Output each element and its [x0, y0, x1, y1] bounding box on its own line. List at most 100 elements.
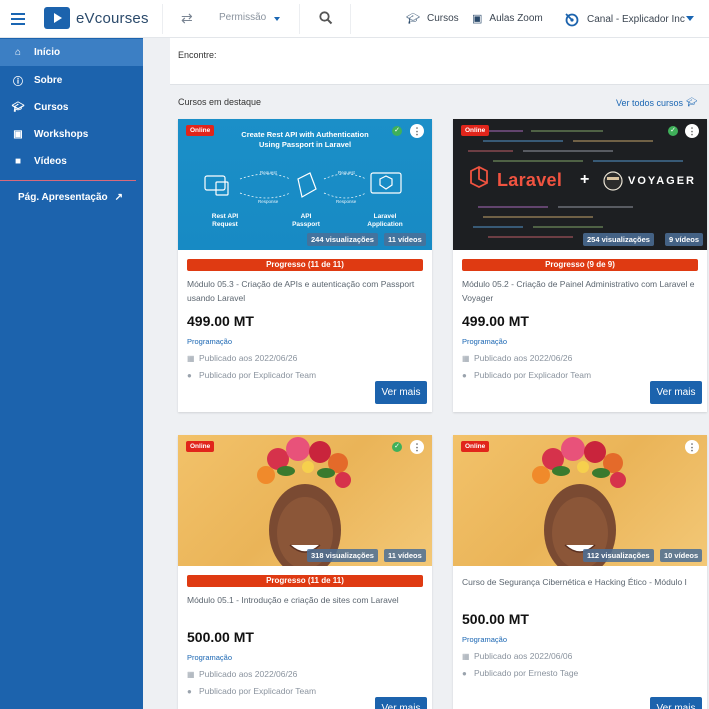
sidebar-item-videos[interactable]: ■ Vídeos [0, 148, 143, 175]
published-date-text: Publicado aos 2022/06/26 [199, 669, 298, 679]
views-badge: 254 visualizações [583, 233, 654, 246]
menu-icon[interactable] [11, 10, 25, 26]
calendar-icon: ▦ [462, 353, 470, 363]
plus-sign: + [580, 171, 590, 188]
check-icon: ✓ [392, 442, 402, 452]
course-price: 499.00 MT [462, 313, 529, 329]
calendar-icon: ▦ [462, 651, 470, 661]
progress-bar: Progresso (11 de 11) [187, 259, 423, 271]
voyager-logo-text: VOYAGER [628, 175, 697, 187]
course-title[interactable]: Módulo 05.2 - Criação de Painel Administ… [462, 277, 698, 305]
info-icon: ⓘ [13, 77, 23, 88]
sidebar: ⌂ Início ⓘ Sobre 🎓︎ Cursos ▣ Workshops ■… [0, 38, 143, 709]
sidebar-divider [0, 180, 136, 181]
course-card: Online ✓ ⋮ 318 visualizações 11 vídeos P… [178, 435, 432, 709]
online-badge: Online [461, 441, 490, 452]
sidebar-item-apresentacao[interactable]: Pág. Apresentação ↗ [18, 192, 123, 203]
caret-down-icon[interactable] [274, 17, 280, 21]
course-title[interactable]: Curso de Segurança Cibernética e Hacking… [462, 575, 698, 603]
published-by: ● Publicado por Explicador Team [187, 686, 423, 696]
course-category[interactable]: Programação [462, 635, 698, 644]
node-label: Rest API Request [211, 213, 239, 228]
author-text: Publicado por Ernesto Tage [474, 668, 579, 678]
home-icon: ⌂ [14, 47, 22, 58]
channel-selector[interactable]: Canal - Explicador Inc [563, 11, 685, 27]
see-all-courses-link[interactable]: Ver todos cursos 🎓︎ [616, 97, 697, 108]
request-label: Request [260, 170, 277, 175]
see-more-button[interactable]: Ver mais [650, 697, 702, 709]
course-category[interactable]: Programação [187, 337, 423, 346]
videos-badge: 11 vídeos [384, 549, 426, 562]
author-text: Publicado por Explicador Team [474, 370, 592, 380]
published-date-text: Publicado aos 2022/06/26 [474, 353, 573, 363]
videos-badge: 10 vídeos [660, 549, 703, 562]
published-by: ● Publicado por Explicador Team [187, 370, 423, 380]
progress-bar: Progresso (9 de 9) [462, 259, 698, 271]
response-label: Response [336, 199, 357, 204]
user-icon: ● [462, 370, 467, 380]
sidebar-item-label: Workshops [34, 129, 89, 140]
sidebar-item-label: Pág. Apresentação [18, 192, 108, 203]
course-thumbnail[interactable]: Create Rest API with Authentication Usin… [178, 119, 432, 250]
course-card: Laravel + VOYAGER Online ✓ ⋮ 254 visuali… [453, 119, 707, 412]
course-title[interactable]: Módulo 05.3 - Criação de APIs e autentic… [187, 277, 423, 305]
videos-badge: 11 vídeos [384, 233, 426, 246]
search-panel: Encontre: [170, 38, 709, 85]
calendar-icon: ▦ [187, 669, 195, 679]
swap-arrows-icon[interactable]: ⇄ [181, 10, 193, 27]
sidebar-item-sobre[interactable]: ⓘ Sobre [0, 67, 143, 94]
see-more-button[interactable]: Ver mais [375, 381, 427, 404]
check-icon: ✓ [392, 126, 402, 136]
course-thumbnail[interactable]: Online ✓ ⋮ 318 visualizações 11 vídeos [178, 435, 432, 566]
caret-down-icon[interactable] [686, 16, 694, 21]
sidebar-item-cursos[interactable]: 🎓︎ Cursos [0, 94, 143, 121]
node-label: Laravel Application [367, 213, 403, 228]
sidebar-item-label: Vídeos [34, 156, 67, 167]
nav-link-cursos[interactable]: 🎓︎ Cursos [406, 12, 459, 25]
published-date-text: Publicado aos 2022/06/06 [474, 651, 573, 661]
section-title: Cursos em destaque [178, 97, 262, 107]
cubes-icon: ▣ [13, 129, 23, 140]
more-options-icon[interactable]: ⋮ [410, 440, 424, 454]
laravel-logo-text: Laravel [497, 170, 563, 190]
see-more-button[interactable]: Ver mais [650, 381, 702, 404]
graduation-cap-icon: 🎓︎ [11, 102, 25, 113]
user-icon: ● [462, 668, 467, 678]
course-category[interactable]: Programação [187, 653, 423, 662]
search-icon[interactable] [319, 11, 333, 25]
online-badge: Online [186, 125, 215, 136]
nav-link-aulas-zoom[interactable]: ▣ Aulas Zoom [472, 12, 543, 25]
brand-name: eVcourses [76, 9, 149, 27]
course-thumbnail[interactable]: Laravel + VOYAGER Online ✓ ⋮ 254 visuali… [453, 119, 707, 250]
channel-icon [565, 13, 579, 27]
course-card: Online ⋮ 112 visualizações 10 vídeos Cur… [453, 435, 707, 709]
see-more-button[interactable]: Ver mais [375, 697, 427, 709]
cubes-icon: ▣ [472, 13, 483, 25]
more-options-icon[interactable]: ⋮ [410, 124, 424, 138]
progress-bar: Progresso (11 de 11) [187, 575, 423, 587]
online-badge: Online [186, 441, 215, 452]
sidebar-item-workshops[interactable]: ▣ Workshops [0, 121, 143, 148]
check-icon: ✓ [668, 126, 678, 136]
course-price: 499.00 MT [187, 313, 254, 329]
external-link-icon: ↗ [114, 192, 124, 203]
response-label: Response [258, 199, 279, 204]
see-all-label: Ver todos cursos [616, 97, 684, 108]
graduation-cap-icon: 🎓︎ [406, 13, 420, 25]
views-badge: 318 visualizações [307, 549, 378, 562]
course-thumbnail[interactable]: Online ⋮ 112 visualizações 10 vídeos [453, 435, 707, 566]
course-category[interactable]: Programação [462, 337, 698, 346]
sidebar-item-inicio[interactable]: ⌂ Início [0, 39, 143, 66]
published-date: ▦ Publicado aos 2022/06/26 [462, 353, 698, 363]
views-badge: 112 visualizações [583, 549, 654, 562]
permission-dropdown[interactable]: Permissão [219, 12, 266, 23]
divider [299, 4, 300, 34]
more-options-icon[interactable]: ⋮ [685, 124, 699, 138]
brand-logo[interactable]: eVcourses [44, 7, 149, 29]
published-by: ● Publicado por Ernesto Tage [462, 668, 698, 678]
more-options-icon[interactable]: ⋮ [685, 440, 699, 454]
nav-link-label: Aulas Zoom [489, 13, 543, 24]
top-bar: eVcourses ⇄ Permissão 🎓︎ Cursos ▣ Aulas … [0, 0, 709, 38]
course-title[interactable]: Módulo 05.1 - Introdução e criação de si… [187, 593, 423, 621]
online-badge: Online [461, 125, 490, 136]
